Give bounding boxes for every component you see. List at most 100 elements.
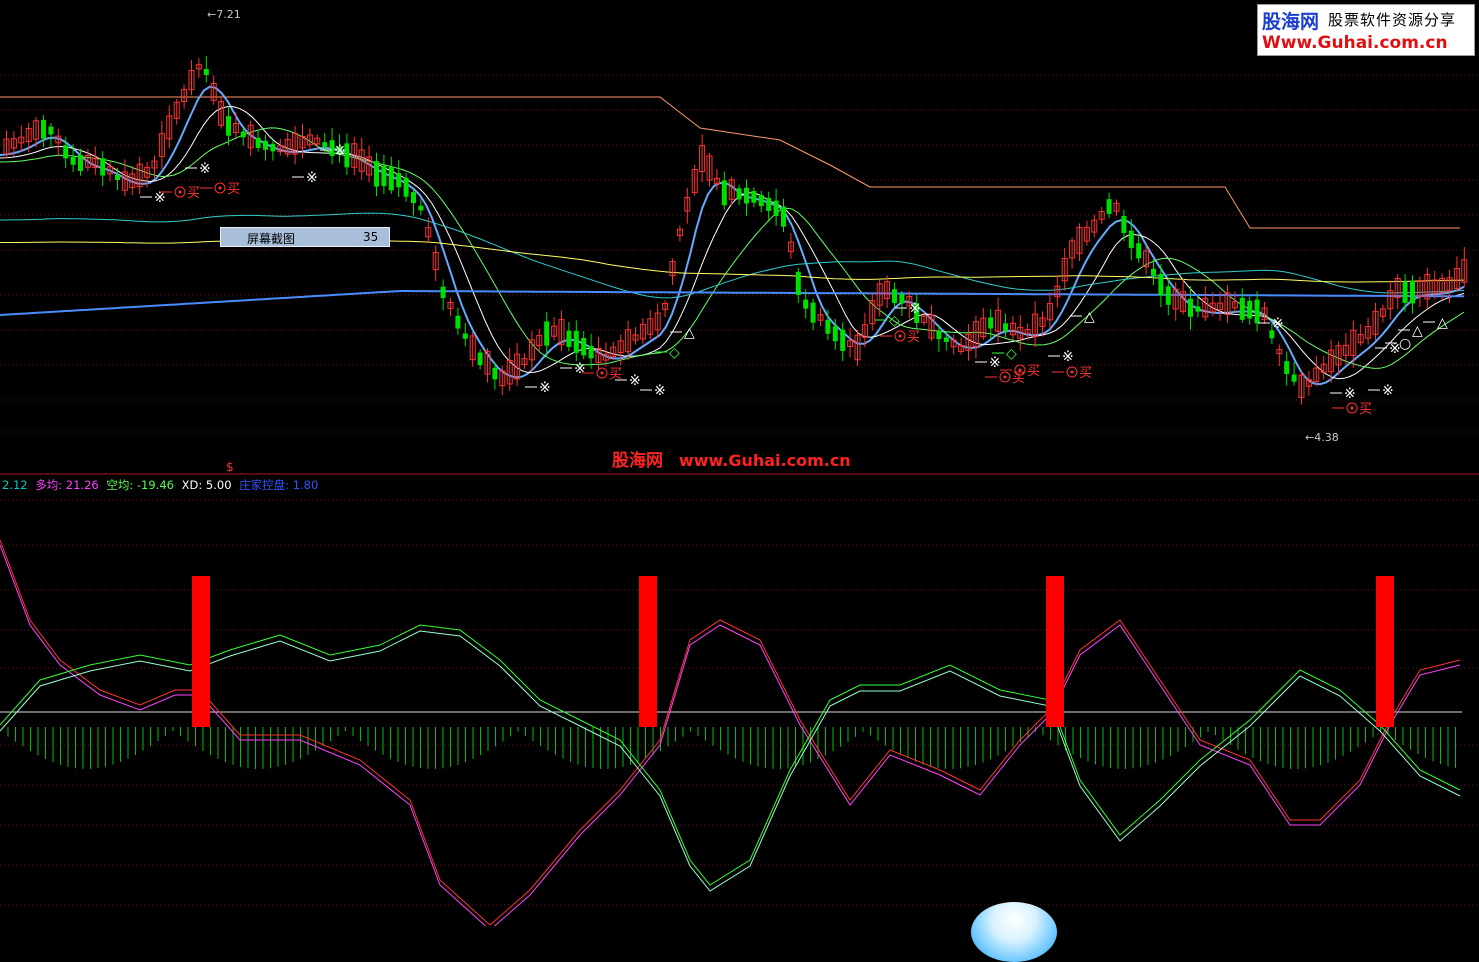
buy-signal-dot xyxy=(178,190,182,194)
legend-kongjun: 空均: -19.46 xyxy=(106,478,174,492)
buy-signal-label: 买 xyxy=(187,186,200,201)
candle-body-down xyxy=(78,154,83,171)
watermark-url: www.Guhai.com.cn xyxy=(678,451,851,470)
signal-bars xyxy=(192,576,1394,727)
signal-mark: ※ xyxy=(1272,316,1284,332)
price-low-label: ←4.38 xyxy=(1305,431,1339,444)
buy-signal-label: 买 xyxy=(1359,402,1372,417)
signal-mark: ※ xyxy=(1062,349,1074,365)
price-high-label: ←7.21 xyxy=(207,8,241,21)
candle-body-down xyxy=(832,326,838,342)
signal-mark: ○ xyxy=(1399,336,1411,352)
signal-mark: ※ xyxy=(199,161,211,177)
candle-body-down xyxy=(255,137,261,148)
candle-body-down xyxy=(1121,216,1127,233)
screenshot-tooltip: 屏幕截图 35 xyxy=(220,227,390,247)
candle-body-down xyxy=(203,69,209,75)
candle-body-down xyxy=(477,352,483,366)
buy-signal-dot xyxy=(1350,406,1354,410)
candle-body-down xyxy=(795,271,801,295)
signal-mark: ※ xyxy=(989,355,1001,371)
candle-body-down xyxy=(899,294,905,304)
candle-body-down xyxy=(1402,281,1408,303)
logo-url: Www.Guhai.com.cn xyxy=(1262,33,1448,53)
candle-body-down xyxy=(403,177,409,197)
candle-body-down xyxy=(322,142,328,147)
legend-xd: XD: 5.00 xyxy=(181,478,232,492)
candle-body-down xyxy=(100,158,106,176)
signal-mark: △ xyxy=(684,325,695,341)
buy-signal-dot xyxy=(218,186,222,190)
candle-body-down xyxy=(758,194,764,207)
site-logo[interactable]: 股海网 股票软件资源分享 Www.Guhai.com.cn xyxy=(1257,4,1475,56)
candle-body-down xyxy=(63,145,69,159)
candle-body-down xyxy=(1195,306,1201,312)
candle-body-down xyxy=(226,116,231,136)
candle-body-down xyxy=(440,286,446,299)
candle-body-down xyxy=(988,317,994,329)
marker-s: $ xyxy=(226,460,234,474)
candle-body-down xyxy=(781,206,786,227)
signal-mark: ※ xyxy=(539,380,551,396)
candle-body-down xyxy=(810,302,816,323)
candle-body-down xyxy=(773,200,779,217)
candle-body-down xyxy=(396,173,402,188)
candle-body-down xyxy=(766,197,772,211)
candle-body-down xyxy=(803,299,809,309)
candle-body-down xyxy=(48,126,54,135)
candle-body-down xyxy=(411,192,416,204)
candle-body-down xyxy=(270,143,276,152)
tooltip-value: 35 xyxy=(363,230,379,244)
buy-signal-dot xyxy=(1070,370,1074,374)
signal-mark: ◇ xyxy=(1006,346,1017,362)
candle-body-down xyxy=(1239,297,1245,320)
candle-body-down xyxy=(1128,230,1134,248)
floating-orb-icon[interactable] xyxy=(971,902,1057,962)
signal-bar xyxy=(1046,576,1064,727)
indicator-histogram xyxy=(7,727,1456,769)
candle-body-down xyxy=(374,161,379,187)
ma-green-line xyxy=(0,127,1465,369)
signal-mark: △ xyxy=(1437,315,1448,331)
logo-slogan: 股票软件资源分享 xyxy=(1328,11,1457,29)
signal-mark: ※ xyxy=(574,361,586,377)
candle-body-down xyxy=(573,330,579,353)
signal-bar xyxy=(1376,576,1394,727)
buy-signal-label: 买 xyxy=(1079,366,1092,381)
candle-body-down xyxy=(566,330,572,347)
candle-body-down xyxy=(388,166,394,191)
ma-cyan-line xyxy=(0,212,1465,299)
candle-body-down xyxy=(936,331,942,340)
indicator-legend: 2.12 多均: 21.26 空均: -19.46 XD: 5.00 庄家控盘:… xyxy=(2,477,322,493)
buy-signal-label: 买 xyxy=(1012,371,1025,386)
signal-bar xyxy=(639,576,657,727)
candle-body-down xyxy=(744,187,749,204)
osc-red-line xyxy=(0,539,1461,926)
signal-bar xyxy=(192,576,210,727)
signal-mark: △ xyxy=(1412,323,1423,339)
candle-body-down xyxy=(736,188,742,200)
signal-mark: ※ xyxy=(1344,386,1356,402)
signal-mark: ◇ xyxy=(889,313,900,329)
signal-mark: △ xyxy=(1084,309,1095,325)
candle-body-down xyxy=(492,367,498,380)
buy-signal-dot xyxy=(1003,375,1007,379)
candle-body-down xyxy=(70,157,76,165)
candle-body-down xyxy=(1165,286,1171,305)
signal-mark: ※ xyxy=(1382,383,1394,399)
candle-body-down xyxy=(263,140,268,150)
candle-body-down xyxy=(41,119,46,139)
indicator-grid xyxy=(0,499,1479,906)
watermark: 股海网 www.Guhai.com.cn xyxy=(612,446,851,471)
osc-magenta-line xyxy=(0,544,1461,926)
candle-body-down xyxy=(1003,323,1008,332)
logo-name: 股海网 xyxy=(1262,11,1320,33)
candle-body-down xyxy=(825,319,831,334)
candle-body-down xyxy=(381,165,387,187)
legend-zhuangjia: 庄家控盘: 1.80 xyxy=(239,478,319,492)
buy-signal-label: 买 xyxy=(907,330,920,345)
candle-body-down xyxy=(1247,300,1253,319)
watermark-name: 股海网 xyxy=(612,451,663,471)
candle-body-down xyxy=(721,180,727,206)
candle-body-down xyxy=(1291,374,1297,382)
